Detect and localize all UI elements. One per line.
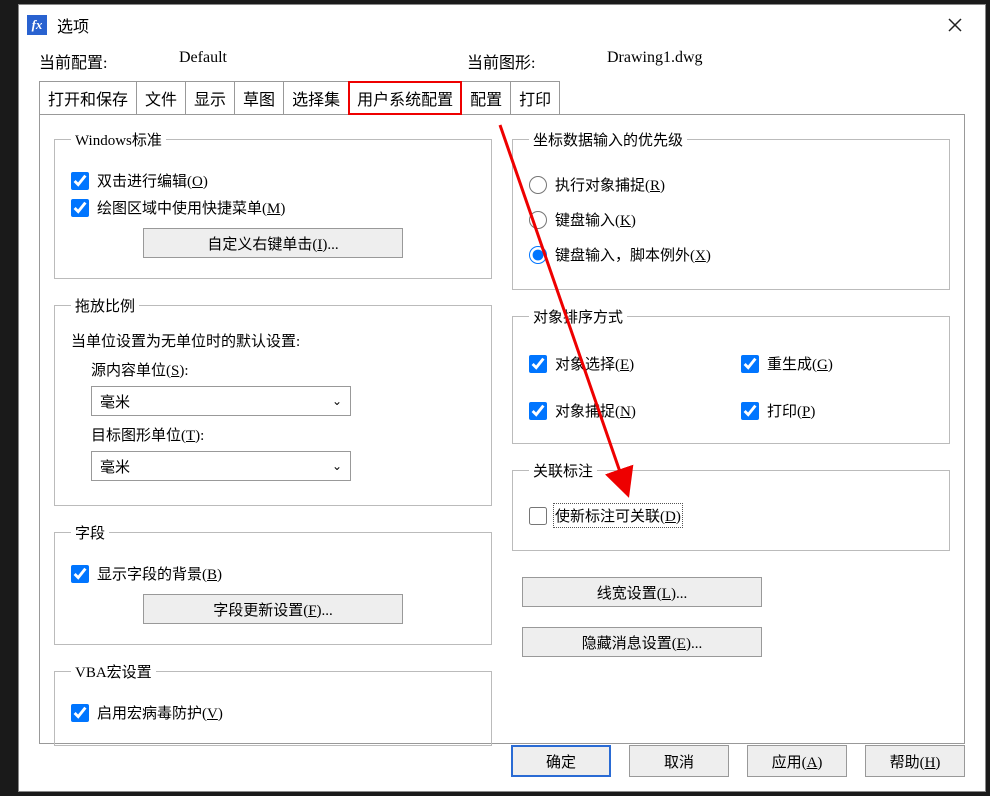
radio-keyboard-except-script[interactable] <box>529 246 547 264</box>
left-column: Windows标准 双击进行编辑(O) 绘图区域中使用快捷菜单(M) 自定义右键… <box>54 129 502 725</box>
btn-lineweight-settings[interactable]: 线宽设置(L)... <box>522 577 762 607</box>
tab-display[interactable]: 显示 <box>185 81 235 115</box>
legend-vba: VBA宏设置 <box>71 661 156 682</box>
tab-content: Windows标准 双击进行编辑(O) 绘图区域中使用快捷菜单(M) 自定义右键… <box>39 114 965 744</box>
insert-scale-note: 当单位设置为无单位时的默认设置: <box>71 330 475 351</box>
current-profile-label: 当前配置: <box>39 49 179 73</box>
app-icon: fx <box>27 15 47 35</box>
label-show-field-bg[interactable]: 显示字段的背景(B) <box>97 563 222 584</box>
label-assoc-dim[interactable]: 使新标注可关联(D) <box>555 505 681 526</box>
target-unit-value: 毫米 <box>100 456 130 477</box>
label-sort-select[interactable]: 对象选择(E) <box>555 353 634 374</box>
group-sort-method: 对象排序方式 对象选择(E) 重生成(G) 对象捕捉(N) <box>512 306 950 444</box>
chevron-down-icon: ⌄ <box>332 459 342 474</box>
check-sort-select[interactable] <box>529 355 547 373</box>
group-insert-scale: 拖放比例 当单位设置为无单位时的默认设置: 源内容单位(S): 毫米 ⌄ 目标图… <box>54 295 492 506</box>
legend-sort-method: 对象排序方式 <box>529 306 627 327</box>
radio-keyboard[interactable] <box>529 211 547 229</box>
legend-assoc-dim: 关联标注 <box>529 460 597 481</box>
check-vba-protect[interactable] <box>71 704 89 722</box>
group-fields: 字段 显示字段的背景(B) 字段更新设置(F)... <box>54 522 492 645</box>
group-vba: VBA宏设置 启用宏病毒防护(V) <box>54 661 492 746</box>
tab-file[interactable]: 文件 <box>136 81 186 115</box>
tabs: 打开和保存 文件 显示 草图 选择集 用户系统配置 配置 打印 <box>19 81 985 115</box>
legend-coord-priority: 坐标数据输入的优先级 <box>529 129 687 150</box>
check-double-click-edit[interactable] <box>71 172 89 190</box>
tab-selection[interactable]: 选择集 <box>283 81 349 115</box>
group-assoc-dim: 关联标注 使新标注可关联(D) <box>512 460 950 551</box>
btn-field-update-settings[interactable]: 字段更新设置(F)... <box>143 594 403 624</box>
cancel-button[interactable]: 取消 <box>629 745 729 777</box>
radio-exec-osnap[interactable] <box>529 176 547 194</box>
legend-windows-standard: Windows标准 <box>71 129 166 150</box>
check-assoc-dim[interactable] <box>529 507 547 525</box>
options-dialog: fx 选项 当前配置: Default 当前图形: Drawing1.dwg 打… <box>18 4 986 792</box>
check-sort-print[interactable] <box>741 402 759 420</box>
label-double-click-edit[interactable]: 双击进行编辑(O) <box>97 170 208 191</box>
apply-button[interactable]: 应用(A) <box>747 745 847 777</box>
label-sort-osnap[interactable]: 对象捕捉(N) <box>555 400 636 421</box>
tab-sketch[interactable]: 草图 <box>234 81 284 115</box>
label-exec-osnap[interactable]: 执行对象捕捉(R) <box>555 174 665 195</box>
target-unit-label: 目标图形单位(T): <box>91 424 475 445</box>
check-shortcut-menu[interactable] <box>71 199 89 217</box>
titlebar: fx 选项 <box>19 5 985 45</box>
window-title: 选项 <box>57 13 89 37</box>
label-shortcut-menu[interactable]: 绘图区域中使用快捷菜单(M) <box>97 197 285 218</box>
right-column: 坐标数据输入的优先级 执行对象捕捉(R) 键盘输入(K) 键盘输入，脚本例外(X… <box>502 129 950 725</box>
tab-print[interactable]: 打印 <box>510 81 560 115</box>
check-show-field-bg[interactable] <box>71 565 89 583</box>
legend-insert-scale: 拖放比例 <box>71 295 139 316</box>
label-vba-protect[interactable]: 启用宏病毒防护(V) <box>97 702 223 723</box>
source-unit-dropdown[interactable]: 毫米 ⌄ <box>91 386 351 416</box>
btn-hidden-message-settings[interactable]: 隐藏消息设置(E)... <box>522 627 762 657</box>
group-coord-priority: 坐标数据输入的优先级 执行对象捕捉(R) 键盘输入(K) 键盘输入，脚本例外(X… <box>512 129 950 290</box>
close-icon <box>947 17 963 33</box>
source-unit-value: 毫米 <box>100 391 130 412</box>
check-sort-regen[interactable] <box>741 355 759 373</box>
current-drawing-value: Drawing1.dwg <box>607 49 703 73</box>
chevron-down-icon: ⌄ <box>332 394 342 409</box>
dialog-buttons: 确定 取消 应用(A) 帮助(H) <box>511 745 965 777</box>
label-sort-regen[interactable]: 重生成(G) <box>767 353 833 374</box>
info-row: 当前配置: Default 当前图形: Drawing1.dwg <box>19 45 985 81</box>
target-unit-dropdown[interactable]: 毫米 ⌄ <box>91 451 351 481</box>
tab-open-save[interactable]: 打开和保存 <box>39 81 137 115</box>
legend-fields: 字段 <box>71 522 109 543</box>
label-keyboard[interactable]: 键盘输入(K) <box>555 209 636 230</box>
close-button[interactable] <box>932 11 977 39</box>
group-windows-standard: Windows标准 双击进行编辑(O) 绘图区域中使用快捷菜单(M) 自定义右键… <box>54 129 492 279</box>
help-button[interactable]: 帮助(H) <box>865 745 965 777</box>
label-sort-print[interactable]: 打印(P) <box>767 400 815 421</box>
ok-button[interactable]: 确定 <box>511 745 611 777</box>
current-drawing-label: 当前图形: <box>467 49 607 73</box>
tab-profile[interactable]: 配置 <box>461 81 511 115</box>
label-keyboard-except-script[interactable]: 键盘输入，脚本例外(X) <box>555 244 711 265</box>
btn-custom-right-click[interactable]: 自定义右键单击(I)... <box>143 228 403 258</box>
check-sort-osnap[interactable] <box>529 402 547 420</box>
current-profile-value: Default <box>179 49 227 73</box>
tab-user-system-config[interactable]: 用户系统配置 <box>348 81 462 115</box>
source-unit-label: 源内容单位(S): <box>91 359 475 380</box>
